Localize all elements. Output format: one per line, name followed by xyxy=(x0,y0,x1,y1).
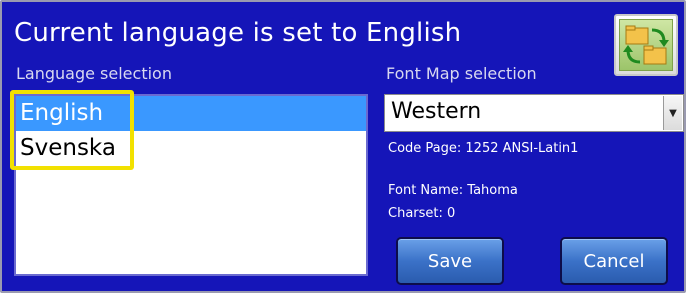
page-title: Current language is set to English xyxy=(14,18,462,48)
font-name-text: Font Name: Tahoma xyxy=(388,183,518,198)
language-list[interactable]: English Svenska xyxy=(14,94,368,276)
font-map-selected-value: Western xyxy=(391,99,482,124)
folders-arrows-icon xyxy=(623,25,669,65)
code-page-text: Code Page: 1252 ANSI-Latin1 xyxy=(388,141,579,156)
font-map-selection-label: Font Map selection xyxy=(386,64,537,83)
chevron-down-icon[interactable]: ▼ xyxy=(663,96,682,130)
language-selection-label: Language selection xyxy=(16,64,172,83)
cancel-button[interactable]: Cancel xyxy=(560,237,668,285)
charset-text: Charset: 0 xyxy=(388,206,456,221)
save-button[interactable]: Save xyxy=(396,237,504,285)
language-settings-panel: Current language is set to English Langu… xyxy=(0,0,686,293)
font-map-select[interactable]: Western ▼ xyxy=(384,94,684,132)
list-item-svenska[interactable]: Svenska xyxy=(16,131,366,166)
language-swap-icon[interactable] xyxy=(614,14,678,76)
icon-background xyxy=(619,19,673,71)
list-item-english[interactable]: English xyxy=(16,96,366,131)
